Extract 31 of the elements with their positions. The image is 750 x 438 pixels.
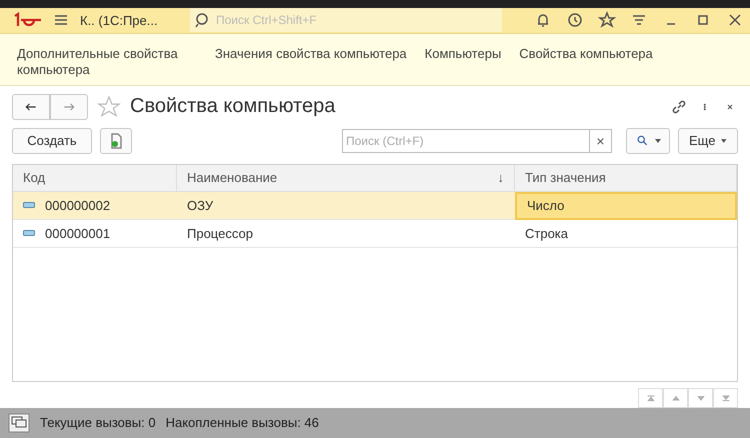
column-header[interactable]: Наименование ↓ [177, 164, 515, 192]
link-icon[interactable] [670, 98, 688, 116]
more-button[interactable]: Еще [678, 128, 738, 154]
nav-link[interactable]: Компьютеры [424, 46, 502, 85]
copy-button[interactable] [100, 128, 132, 154]
star-icon[interactable] [598, 11, 616, 30]
code-text: 000000001 [45, 226, 110, 241]
logo-icon [12, 12, 42, 28]
code-text: 000000002 [45, 198, 110, 213]
column-header[interactable]: Тип значения [515, 164, 737, 192]
history-icon[interactable] [566, 11, 584, 30]
item-icon [23, 230, 35, 236]
caret-icon [655, 138, 661, 143]
nav-link[interactable]: Значения свойства компьютера [215, 46, 407, 85]
table-cell: Число [515, 192, 737, 220]
nav-link[interactable]: Дополнительные свойства компьютера [17, 46, 197, 85]
nav-link[interactable]: Свойства компьютера [519, 46, 653, 85]
form-title: Свойства компьютера [130, 95, 336, 118]
column-header[interactable]: Код [13, 164, 177, 192]
table-cell: ОЗУ [177, 192, 515, 220]
window-title: К.. (1С:Пре... [80, 12, 159, 28]
search-button[interactable] [626, 128, 670, 154]
list-search-field[interactable]: Поиск (Ctrl+F) × [342, 128, 612, 153]
status-text: Накопленные вызовы: 46 [166, 415, 319, 430]
star-icon[interactable] [96, 94, 122, 120]
sort-mark: ↓ [498, 170, 504, 186]
item-icon [23, 202, 35, 208]
status-text: Текущие вызовы: 0 [40, 415, 156, 430]
monitors-icon [8, 412, 30, 433]
create-button[interactable]: Создать [12, 128, 92, 154]
caret-icon [721, 138, 727, 143]
